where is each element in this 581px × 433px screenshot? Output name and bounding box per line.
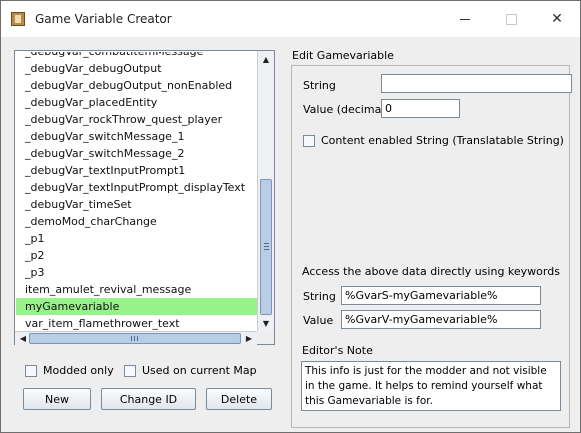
grip-line	[137, 336, 138, 341]
maximize-icon	[505, 13, 517, 25]
editors-note-heading: Editor's Note	[302, 344, 373, 357]
list-item[interactable]: _p3	[16, 264, 258, 281]
list-item[interactable]: _debugVar_timeSet	[16, 196, 258, 213]
value-decimal-label: Value (decimal)	[303, 103, 389, 116]
list-item[interactable]: _demoMod_charChange	[16, 213, 258, 230]
list-item[interactable]: _debugVar_switchMessage_2	[16, 145, 258, 162]
keyword-string-field[interactable]: %GvarS-myGamevariable%	[341, 286, 541, 305]
horizontal-scroll-thumb[interactable]	[29, 333, 241, 344]
list-item[interactable]: var_item_flamethrower_text	[16, 315, 258, 330]
scroll-down-arrow-icon[interactable]: ▼	[259, 316, 273, 330]
delete-button[interactable]: Delete	[206, 388, 272, 410]
used-on-map-checkbox[interactable]	[124, 364, 136, 377]
game-variable-creator-window: Game Variable Creator ✕ _debugVar_combat…	[0, 0, 581, 433]
list-item[interactable]: _debugVar_textInputPrompt1	[16, 162, 258, 179]
grip-line	[264, 249, 269, 250]
edit-section-title: Edit Gamevariable	[292, 49, 394, 62]
scroll-left-arrow-icon[interactable]: ◀	[16, 332, 30, 345]
scroll-up-arrow-icon[interactable]: ▲	[259, 52, 273, 66]
close-icon: ✕	[551, 11, 563, 27]
vertical-scroll-thumb[interactable]	[260, 179, 272, 315]
grip-line	[134, 336, 135, 341]
content-enabled-label: Content enabled String (Translatable Str…	[321, 134, 564, 147]
string-label: String	[303, 79, 336, 92]
window-title: Game Variable Creator	[35, 12, 172, 26]
keywords-heading: Access the above data directly using key…	[302, 265, 560, 278]
scroll-right-arrow-icon[interactable]: ▶	[242, 332, 256, 345]
list-item[interactable]: _p2	[16, 247, 258, 264]
minimize-button[interactable]	[442, 1, 488, 37]
modded-only-label: Modded only	[43, 364, 114, 377]
list-item[interactable]: _debugVar_combatItemMessage	[16, 52, 258, 60]
title-bar[interactable]: Game Variable Creator ✕	[1, 1, 580, 37]
close-button[interactable]: ✕	[534, 1, 580, 37]
list-item[interactable]: _debugVar_placedEntity	[16, 94, 258, 111]
grip-line	[264, 246, 269, 247]
modded-only-checkbox[interactable]	[25, 364, 37, 377]
vertical-scrollbar[interactable]: ▲ ▼	[257, 51, 274, 331]
variable-list-viewport: _debugVar_combatItemMessage_debugVar_deb…	[16, 52, 258, 330]
content-enabled-checkbox-row[interactable]: Content enabled String (Translatable Str…	[303, 134, 564, 147]
list-item[interactable]: _debugVar_textInputPrompt_displayText	[16, 179, 258, 196]
value-decimal-input[interactable]: 0	[381, 99, 460, 118]
editors-note-textarea[interactable]: This info is just for the modder and not…	[301, 361, 561, 411]
maximize-button[interactable]	[488, 1, 534, 37]
list-item[interactable]: _debugVar_switchMessage_1	[16, 128, 258, 145]
list-item[interactable]: _debugVar_debugOutput	[16, 60, 258, 77]
keyword-string-label: String	[303, 290, 336, 303]
horizontal-scrollbar[interactable]: ◀ ▶	[15, 331, 257, 345]
used-on-map-checkbox-row[interactable]: Used on current Map	[124, 364, 257, 377]
content-enabled-checkbox[interactable]	[303, 134, 315, 147]
change-id-button[interactable]: Change ID	[101, 388, 196, 410]
string-input[interactable]	[381, 74, 572, 93]
list-item[interactable]: _debugVar_rockThrow_quest_player	[16, 111, 258, 128]
scrollbar-corner	[257, 331, 274, 344]
used-on-map-label: Used on current Map	[142, 364, 257, 377]
grip-line	[131, 336, 132, 341]
new-button[interactable]: New	[23, 388, 91, 410]
list-item[interactable]: item_amulet_revival_message	[16, 281, 258, 298]
main-content: _debugVar_combatItemMessage_debugVar_deb…	[1, 37, 580, 432]
keyword-value-field[interactable]: %GvarV-myGamevariable%	[341, 310, 541, 329]
list-item[interactable]: _p1	[16, 230, 258, 247]
modded-only-checkbox-row[interactable]: Modded only	[25, 364, 114, 377]
variable-list-items: _debugVar_combatItemMessage_debugVar_deb…	[16, 52, 258, 330]
variable-list[interactable]: _debugVar_combatItemMessage_debugVar_deb…	[14, 50, 275, 345]
grip-line	[264, 243, 269, 244]
minimize-icon	[460, 18, 470, 20]
app-book-icon	[11, 12, 25, 26]
list-item[interactable]: myGamevariable	[16, 298, 258, 315]
list-item[interactable]: _debugVar_debugOutput_nonEnabled	[16, 77, 258, 94]
keyword-value-label: Value	[303, 314, 334, 327]
